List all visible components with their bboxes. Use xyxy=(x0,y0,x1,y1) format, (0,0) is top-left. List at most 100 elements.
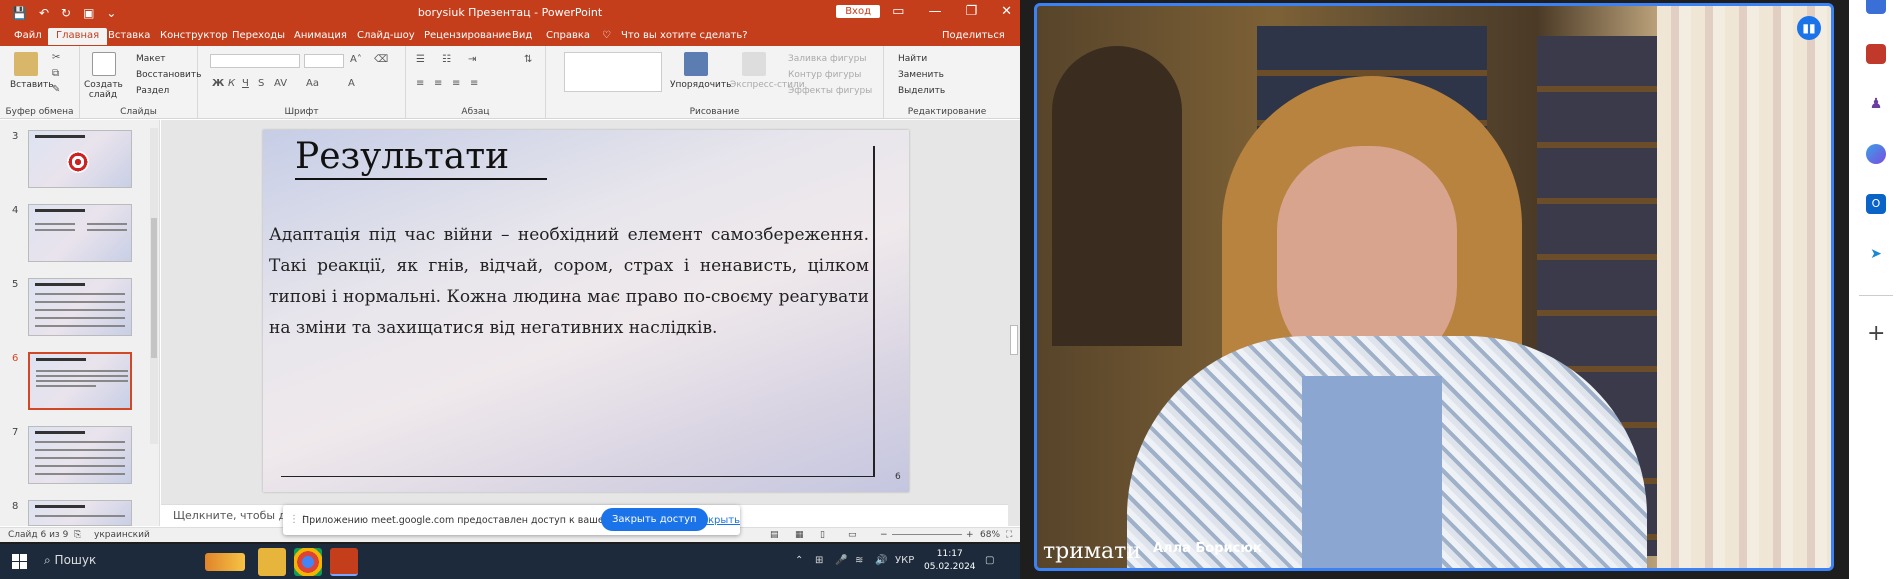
spacing-icon[interactable]: AV xyxy=(274,78,287,89)
tell-me-search[interactable]: Что вы хотите сделать? xyxy=(621,30,748,41)
tab-help[interactable]: Справка xyxy=(546,30,590,41)
paste-button[interactable]: Вставить xyxy=(10,80,54,90)
find-button[interactable]: Найти xyxy=(898,54,927,64)
align-left-icon[interactable]: ≡ xyxy=(416,78,424,89)
tab-review[interactable]: Рецензирование xyxy=(424,30,511,41)
tray-chevron-icon[interactable]: ⌃ xyxy=(795,555,803,566)
case-icon[interactable]: Aa xyxy=(306,78,319,89)
language-label[interactable]: украинский xyxy=(94,530,150,540)
slide-body-text[interactable]: Адаптація під час війни – необхідний еле… xyxy=(269,220,869,344)
taskbar-search[interactable]: ⌕ Пошук xyxy=(44,553,96,568)
select-button[interactable]: Выделить xyxy=(898,86,945,96)
bold-icon[interactable]: Ж xyxy=(212,78,224,89)
volume-icon[interactable]: 🔊 xyxy=(875,555,887,566)
zoom-out-icon[interactable]: − xyxy=(880,530,888,540)
normal-view-icon[interactable]: ▤ xyxy=(770,530,779,540)
numbering-icon[interactable]: ☷ xyxy=(442,54,451,65)
notifications-icon[interactable]: ▢ xyxy=(985,555,994,566)
justify-icon[interactable]: ≡ xyxy=(470,78,478,89)
slide-thumbnail-7[interactable] xyxy=(28,426,132,484)
close-icon[interactable]: ✕ xyxy=(1001,4,1012,19)
tab-home[interactable]: Главная xyxy=(48,28,108,45)
windows-start-icon[interactable] xyxy=(12,554,27,569)
reset-button[interactable]: Восстановить xyxy=(136,70,201,80)
shapes-gallery[interactable] xyxy=(564,52,662,92)
add-icon[interactable]: + xyxy=(1867,321,1885,346)
zoom-in-icon[interactable]: + xyxy=(966,530,974,540)
italic-icon[interactable]: К xyxy=(228,78,235,89)
tab-animation[interactable]: Анимация xyxy=(294,30,347,41)
powerpoint-taskbar-icon[interactable] xyxy=(330,548,358,576)
slide-title[interactable]: Результати xyxy=(295,136,548,180)
quick-styles-icon[interactable] xyxy=(742,52,766,76)
thumbnails-scrollbar[interactable] xyxy=(150,128,158,444)
font-color-icon[interactable]: A xyxy=(348,78,355,89)
tab-insert[interactable]: Вставка xyxy=(108,30,150,41)
slideshow-view-icon[interactable]: ▭ xyxy=(848,530,857,540)
format-painter-icon[interactable]: ✎ xyxy=(52,84,60,95)
tab-design[interactable]: Конструктор xyxy=(160,30,228,41)
underline-icon[interactable]: Ч xyxy=(242,78,249,89)
outlook-icon[interactable]: O xyxy=(1866,194,1886,214)
stop-sharing-button[interactable]: Закрыть доступ xyxy=(601,508,708,531)
taskbar-clock[interactable]: 11:17 05.02.2024 xyxy=(924,548,976,574)
reading-view-icon[interactable]: ▯ xyxy=(820,530,825,540)
paste-icon[interactable] xyxy=(14,52,38,76)
layout-button[interactable]: Макет xyxy=(136,54,166,64)
slide-thumbnail-4[interactable] xyxy=(28,204,132,262)
microphone-icon[interactable]: 🎤 xyxy=(835,555,847,566)
bullets-icon[interactable]: ☰ xyxy=(416,54,425,65)
restore-icon[interactable]: ❐ xyxy=(965,4,977,19)
network-icon[interactable]: ⊞ xyxy=(815,555,823,566)
clear-format-icon[interactable]: ⌫ xyxy=(374,54,388,65)
align-center-icon[interactable]: ≡ xyxy=(434,78,442,89)
hide-banner-link[interactable]: Скрыть xyxy=(701,515,740,526)
align-right-icon[interactable]: ≡ xyxy=(452,78,460,89)
new-slide-button[interactable]: Создать слайд xyxy=(84,80,123,100)
grow-font-icon[interactable]: A˄ xyxy=(350,54,362,65)
text-direction-icon[interactable]: ⇅ xyxy=(524,54,532,65)
cut-icon[interactable]: ✂ xyxy=(52,52,60,63)
slide-thumbnail-6[interactable] xyxy=(28,352,132,410)
ribbon-display-icon[interactable]: ▭ xyxy=(892,4,904,19)
slide-thumbnail-3[interactable] xyxy=(28,130,132,188)
font-size-field[interactable] xyxy=(304,54,344,68)
scrollbar-thumb[interactable] xyxy=(1010,325,1018,355)
spellcheck-icon[interactable]: ⎘ xyxy=(74,530,81,540)
wifi-icon[interactable]: ≋ xyxy=(855,555,863,566)
shape-fill-button[interactable]: Заливка фигуры xyxy=(788,54,866,64)
briefcase-icon[interactable] xyxy=(1866,44,1886,64)
tab-file[interactable]: Файл xyxy=(14,30,42,41)
meet-video-tile[interactable]: ▮▮ тримати Алла Борисюк xyxy=(1034,3,1834,571)
slide-thumbnail-8[interactable] xyxy=(28,500,132,526)
shape-outline-button[interactable]: Контур фигуры xyxy=(788,70,861,80)
scrollbar-thumb[interactable] xyxy=(151,218,157,358)
zoom-slider[interactable] xyxy=(892,534,962,535)
chrome-icon[interactable] xyxy=(294,548,322,576)
sorter-view-icon[interactable]: ▦ xyxy=(795,530,804,540)
tab-transitions[interactable]: Переходы xyxy=(232,30,285,41)
shape-effects-button[interactable]: Эффекты фигуры xyxy=(788,86,872,96)
app-icon[interactable] xyxy=(1866,0,1886,14)
slide-canvas[interactable]: Результати Адаптація під час війни – нео… xyxy=(263,130,909,492)
strike-icon[interactable]: S xyxy=(258,78,264,89)
arrange-icon[interactable] xyxy=(684,52,708,76)
zoom-level[interactable]: 68% xyxy=(980,530,1000,540)
tab-view[interactable]: Вид xyxy=(512,30,532,41)
copy-icon[interactable]: ⧉ xyxy=(52,68,59,79)
font-name-field[interactable] xyxy=(210,54,300,68)
section-button[interactable]: Раздел xyxy=(136,86,169,96)
file-explorer-icon[interactable] xyxy=(258,548,286,576)
new-slide-icon[interactable] xyxy=(92,52,116,76)
tab-slideshow[interactable]: Слайд-шоу xyxy=(357,30,415,41)
share-button[interactable]: Поделиться xyxy=(942,30,1005,41)
minimize-icon[interactable]: — xyxy=(928,4,941,19)
slide-scrollbar[interactable] xyxy=(1008,120,1020,526)
fit-slide-icon[interactable]: ⛶ xyxy=(1006,530,1012,540)
copilot-icon[interactable] xyxy=(1866,144,1886,164)
indent-icon[interactable]: ⇥ xyxy=(468,54,476,65)
input-language[interactable]: УКР xyxy=(895,555,914,566)
arrange-button[interactable]: Упорядочить xyxy=(670,80,731,90)
people-icon[interactable]: ♟ xyxy=(1866,94,1886,114)
widgets-icon[interactable] xyxy=(205,553,245,571)
